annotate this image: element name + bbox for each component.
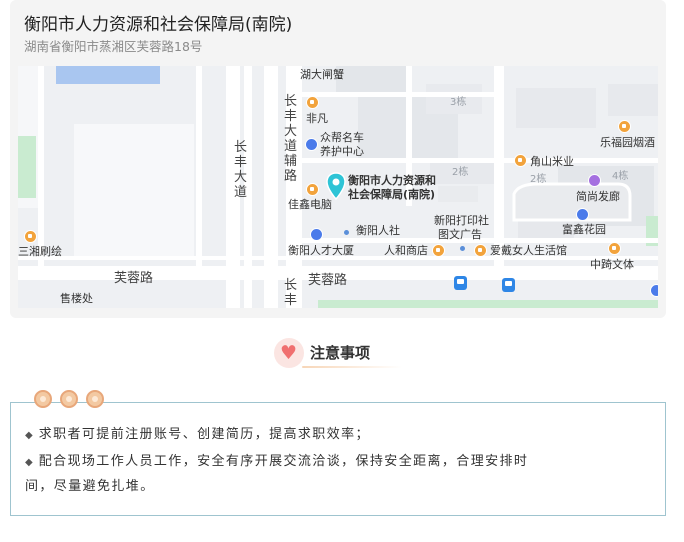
stationery-poi-icon[interactable] — [608, 242, 621, 255]
store-poi-icon[interactable] — [432, 244, 445, 257]
water-area — [56, 66, 160, 84]
shop-poi-icon[interactable] — [306, 183, 319, 196]
car-poi-icon[interactable] — [305, 138, 318, 151]
poi-label-renhe: 人和商店 — [384, 244, 428, 257]
poi-label-hengyangrenshe: 衡阳人社 — [356, 224, 400, 237]
notice-section-header: ♥ 注意事项 — [262, 330, 422, 374]
flower-decoration-icon — [60, 390, 78, 408]
office-poi-icon[interactable] — [310, 228, 323, 241]
poi-label-xinyang: 新阳打印社 — [434, 214, 489, 227]
poi-label-sanxiang: 三湘刷绘 — [18, 245, 62, 258]
notice-item-1: ◆ 求职者可提前注册账号、创建简历，提高求职效率； — [25, 423, 370, 442]
bus-stop-icon[interactable] — [502, 278, 515, 292]
section-underline — [302, 366, 402, 368]
location-card[interactable]: 衡阳市人力资源和社会保障局(南院) 湖南省衡阳市蒸湘区芙蓉路18号 芙蓉路 芙蓉… — [10, 0, 666, 318]
poi-label-renlidasha: 衡阳人才大厦 — [288, 244, 354, 257]
notice-item-2-text: 配合现场工作人员工作，安全有序开展交流洽谈，保持安全距离，合理安排时 — [38, 454, 529, 469]
poi-label-hudazhaxie: 湖大闸蟹 — [300, 68, 344, 81]
road-changfeng-bottom: 长丰 — [284, 278, 298, 308]
food-poi-icon[interactable] — [306, 96, 319, 109]
residence-poi-icon[interactable] — [576, 208, 589, 221]
location-title: 衡阳市人力资源和社会保障局(南院) — [24, 15, 293, 35]
location-pin-icon[interactable] — [326, 172, 346, 200]
road-furong-right: 芙蓉路 — [308, 273, 348, 288]
poi-label-jianjian: 简尚发廊 — [576, 190, 620, 203]
green-area — [18, 136, 36, 198]
flower-decoration-icon — [86, 390, 104, 408]
building-2b: 2栋 — [530, 174, 547, 185]
poi-dot-xinyang — [460, 246, 465, 251]
bus-stop-icon[interactable] — [454, 276, 467, 290]
rice-poi-icon[interactable] — [514, 154, 527, 167]
poi-label-lefuyuan: 乐福园烟酒 — [600, 136, 655, 149]
notice-box: ◆ 求职者可提前注册账号、创建简历，提高求职效率； ◆ 配合现场工作人员工作，安全有… — [10, 402, 666, 516]
heart-icon: ♥ — [274, 338, 304, 368]
poi-label-fuxin: 富鑫花园 — [562, 223, 606, 236]
notice-item-1-text: 求职者可提前注册账号、创建简历，提高求职效率； — [38, 427, 370, 442]
poi-label-zhongqi: 中踦文体 — [590, 258, 634, 271]
map-view[interactable]: 芙蓉路 芙蓉路 长丰大道 长丰大道辅路 长丰 3栋 2栋 2栋 4栋 湖大闸蟹 … — [18, 66, 658, 308]
flower-decoration-icon — [34, 390, 52, 408]
location-address: 湖南省衡阳市蒸湘区芙蓉路18号 — [24, 39, 203, 54]
poi-label-shoulou: 售楼处 — [60, 292, 93, 305]
building-3: 3栋 — [450, 97, 467, 108]
poi-label-jiaoshan: 角山米业 — [530, 155, 574, 168]
section-title: 注意事项 — [310, 344, 371, 362]
building-4: 4栋 — [612, 171, 629, 182]
liquor-poi-icon[interactable] — [618, 120, 631, 133]
beauty-poi-icon[interactable] — [474, 244, 487, 257]
notice-item-2-cont: 间，尽量避免扎堆。 — [25, 479, 155, 494]
poi-label-feifan: 非凡 — [306, 112, 328, 125]
print-poi-icon[interactable] — [24, 230, 37, 243]
pin-label-line1: 衡阳市人力资源和 — [348, 174, 436, 187]
poi-label-xinyang2: 图文广告 — [438, 228, 482, 241]
bullet-icon: ◆ — [25, 430, 33, 441]
salon-poi-icon[interactable] — [588, 174, 601, 187]
road-furong-left: 芙蓉路 — [114, 271, 154, 286]
notice-item-2: ◆ 配合现场工作人员工作，安全有序开展交流洽谈，保持安全距离，合理安排时 — [25, 450, 528, 469]
pin-label-line2: 社会保障局(南院) — [348, 188, 436, 201]
bullet-icon: ◆ — [25, 457, 33, 468]
building-2a: 2栋 — [452, 167, 469, 178]
road-changfeng-aux: 长丰大道辅路 — [284, 94, 298, 184]
poi-label-zhongbang: 众帮名车 — [320, 131, 364, 144]
road-changfeng-main: 长丰大道 — [234, 140, 248, 200]
poi-label-zhongbang2: 养护中心 — [320, 145, 364, 158]
poi-dot-renshe — [344, 230, 349, 235]
poi-label-aidai: 爱戴女人生活馆 — [490, 244, 567, 257]
poi-edge-icon[interactable] — [650, 284, 658, 297]
